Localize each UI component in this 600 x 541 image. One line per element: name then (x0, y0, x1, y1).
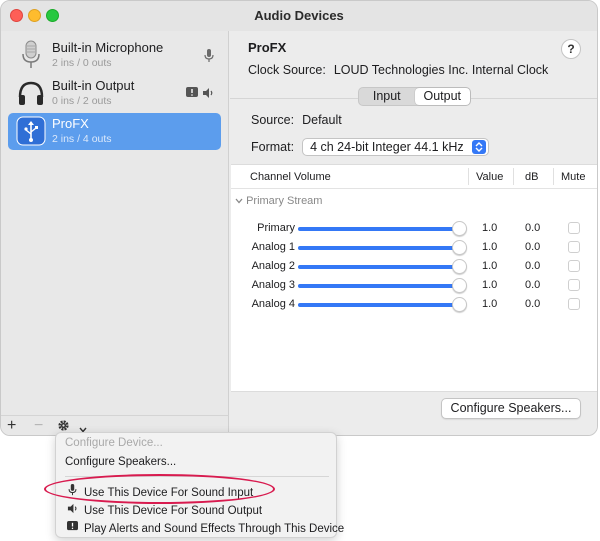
default-alert-icon (186, 87, 198, 102)
device-item-built-in-microphone[interactable]: Built-in Microphone 2 ins / 0 outs (8, 37, 221, 74)
volume-slider-knob[interactable] (452, 278, 467, 293)
format-label: Format: (251, 140, 295, 154)
clock-source-label: Clock Source: (248, 63, 326, 77)
mute-checkbox[interactable] (568, 222, 580, 234)
window-title: Audio Devices (254, 8, 344, 23)
menu-item-play-alerts[interactable]: Play Alerts and Sound Effects Through Th… (65, 521, 344, 535)
channel-volume-table: Channel Volume Value dB Mute Primary Str… (231, 164, 597, 392)
volume-slider[interactable] (298, 227, 458, 231)
menu-item-label: Use This Device For Sound Output (84, 505, 263, 517)
volume-slider[interactable] (298, 284, 458, 288)
channel-label: Analog 4 (251, 298, 295, 310)
io-tab-control: Input Output (358, 87, 471, 106)
device-io-count: 0 ins / 2 outs (52, 95, 112, 107)
column-header-value[interactable]: Value (476, 171, 503, 183)
speaker-icon (65, 503, 79, 517)
volume-slider[interactable] (298, 265, 458, 269)
source-label: Source: (251, 113, 295, 127)
channel-db: 0.0 (525, 222, 541, 234)
column-header-mute[interactable]: Mute (561, 171, 585, 183)
device-badges (186, 87, 214, 102)
column-divider (553, 168, 554, 185)
mute-checkbox[interactable] (568, 279, 580, 291)
menu-item-use-for-sound-output[interactable]: Use This Device For Sound Output (65, 503, 262, 517)
device-name: Built-in Output (52, 78, 135, 93)
channel-value: 1.0 (482, 222, 498, 234)
channel-row: Primary 1.0 0.0 (231, 219, 597, 238)
device-detail-panel: ProFX ? Clock Source: LOUD Technologies I… (230, 31, 597, 435)
device-list: Built-in Microphone 2 ins / 0 outs Built… (1, 31, 229, 415)
volume-slider-knob[interactable] (452, 240, 467, 255)
volume-slider-knob[interactable] (452, 221, 467, 236)
channel-db: 0.0 (525, 241, 541, 253)
mute-checkbox[interactable] (568, 298, 580, 310)
channel-value: 1.0 (482, 298, 498, 310)
volume-slider-knob[interactable] (452, 297, 467, 312)
configure-speakers-button[interactable]: Configure Speakers... (441, 398, 581, 419)
menu-item-configure-device[interactable]: Configure Device... (65, 437, 163, 449)
device-item-profx[interactable]: ProFX 2 ins / 4 outs (8, 113, 221, 150)
clock-source-value: LOUD Technologies Inc. Internal Clock (333, 63, 549, 77)
microphone-icon (16, 40, 46, 70)
annotation-highlight-oval (44, 474, 275, 504)
channel-value: 1.0 (482, 241, 498, 253)
volume-slider[interactable] (298, 246, 458, 250)
help-button[interactable]: ? (561, 39, 581, 59)
updown-chevron-icon (471, 140, 486, 154)
remove-device-button[interactable]: − (34, 417, 43, 435)
default-output-speaker-icon (202, 87, 214, 102)
volume-slider[interactable] (298, 303, 458, 307)
menu-item-label: Play Alerts and Sound Effects Through Th… (84, 523, 345, 535)
device-name: ProFX (52, 116, 89, 131)
default-input-microphone-icon (204, 49, 214, 66)
headphones-icon (16, 78, 46, 108)
channel-db: 0.0 (525, 298, 541, 310)
title-bar: Audio Devices (1, 1, 597, 31)
format-select[interactable]: 4 ch 24-bit Integer 44.1 kHz (302, 138, 489, 156)
channel-label: Analog 3 (251, 279, 295, 291)
device-title: ProFX (248, 40, 287, 55)
channel-row: Analog 4 1.0 0.0 (231, 295, 597, 314)
menu-item-configure-speakers[interactable]: Configure Speakers... (65, 456, 176, 468)
clock-source-row: Clock Source: LOUD Technologies Inc. Inte… (248, 63, 548, 77)
column-header-channel[interactable]: Channel Volume (250, 171, 331, 183)
alert-icon (65, 521, 79, 535)
channel-value: 1.0 (482, 279, 498, 291)
mute-checkbox[interactable] (568, 260, 580, 272)
channel-db: 0.0 (525, 260, 541, 272)
device-item-built-in-output[interactable]: Built-in Output 0 ins / 2 outs (8, 75, 221, 112)
stream-group-header[interactable]: Primary Stream (235, 195, 322, 207)
source-value: Default (302, 113, 342, 127)
format-row: Format: 4 ch 24-bit Integer 44.1 kHz (251, 138, 489, 156)
device-io-count: 2 ins / 0 outs (52, 57, 112, 69)
table-header: Channel Volume Value dB Mute (231, 165, 597, 189)
disclosure-chevron-icon (235, 195, 243, 207)
tab-output[interactable]: Output (414, 88, 470, 105)
channel-label: Primary (257, 222, 295, 234)
channel-label: Analog 1 (251, 241, 295, 253)
channel-value: 1.0 (482, 260, 498, 272)
audio-devices-window: Audio Devices Built-in Microphone 2 ins … (0, 0, 598, 436)
channel-label: Analog 2 (251, 260, 295, 272)
format-select-value: 4 ch 24-bit Integer 44.1 kHz (310, 140, 464, 154)
mute-checkbox[interactable] (568, 241, 580, 253)
stream-group-label: Primary Stream (246, 195, 323, 207)
source-row: Source: Default (251, 113, 342, 127)
device-io-count: 2 ins / 4 outs (52, 133, 112, 145)
device-badges (204, 49, 214, 66)
tab-input[interactable]: Input (359, 88, 415, 105)
column-divider (468, 168, 469, 185)
channel-db: 0.0 (525, 279, 541, 291)
usb-icon (16, 116, 46, 146)
column-divider (513, 168, 514, 185)
column-header-db[interactable]: dB (525, 171, 538, 183)
volume-slider-knob[interactable] (452, 259, 467, 274)
channel-row: Analog 3 1.0 0.0 (231, 276, 597, 295)
channel-row: Analog 1 1.0 0.0 (231, 238, 597, 257)
add-device-button[interactable]: + (7, 417, 16, 435)
channel-row: Analog 2 1.0 0.0 (231, 257, 597, 276)
device-name: Built-in Microphone (52, 40, 164, 55)
